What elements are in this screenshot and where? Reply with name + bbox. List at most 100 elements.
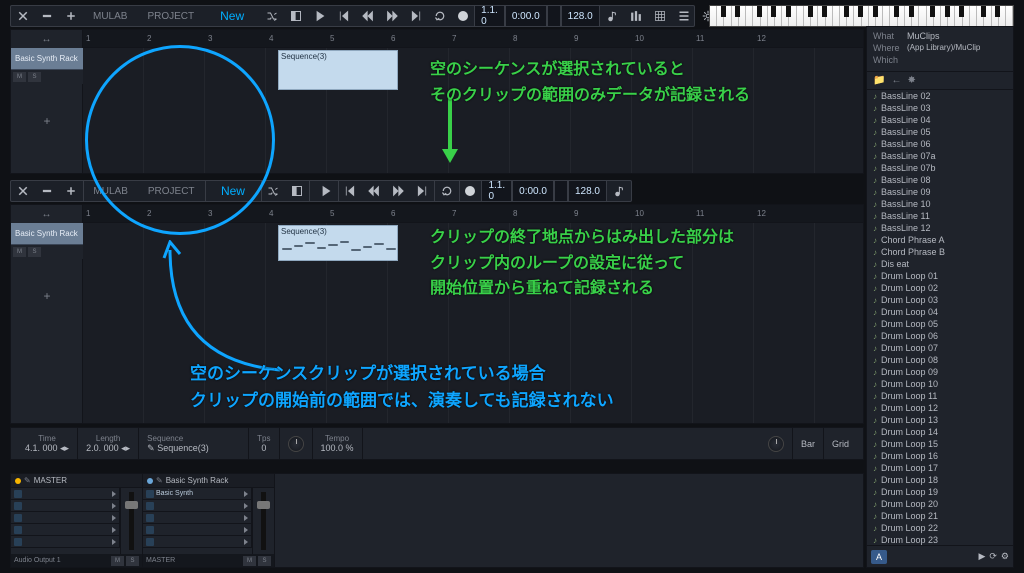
insert-slot[interactable] [143, 500, 252, 512]
track-header[interactable]: Basic Synth Rack [11, 48, 83, 70]
mute-button[interactable]: M [243, 556, 256, 566]
browser-item[interactable]: ♪BassLine 12 [867, 222, 1013, 234]
browser-item[interactable]: ♪Drum Loop 16 [867, 450, 1013, 462]
browser-item[interactable]: ♪Drum Loop 20 [867, 498, 1013, 510]
time-display[interactable]: 0:00.0 [512, 181, 554, 201]
insert-slot[interactable] [11, 488, 120, 500]
tempo-display[interactable]: 128.0 [568, 181, 607, 201]
filter-what[interactable]: MuClips [907, 31, 940, 41]
browser-item[interactable]: ♪Drum Loop 07 [867, 342, 1013, 354]
browser-item[interactable]: ♪Drum Loop 18 [867, 474, 1013, 486]
gear-icon[interactable]: ✸ [907, 75, 915, 86]
prop-tempo[interactable]: Tempo 100.0 % [313, 428, 363, 459]
browser-item[interactable]: ♪Dis eat [867, 258, 1013, 270]
project-name[interactable]: New [204, 6, 260, 26]
go-start-icon[interactable] [332, 6, 356, 26]
mixer-channel-synth[interactable]: ✎Basic Synth Rack Basic Synth MASTERMS [143, 474, 275, 567]
mute-button[interactable]: M [13, 72, 26, 82]
track-header[interactable]: Basic Synth Rack [11, 223, 83, 245]
browser-item[interactable]: ♪BassLine 07b [867, 162, 1013, 174]
browser-item[interactable]: ♪Chord Phrase B [867, 246, 1013, 258]
list-view-icon[interactable] [672, 6, 696, 26]
close-icon[interactable] [11, 6, 35, 26]
browser-item[interactable]: ♪Drum Loop 14 [867, 426, 1013, 438]
tempo-display[interactable]: 128.0 [561, 6, 600, 26]
up-icon[interactable]: ← [891, 75, 901, 86]
prop-tps[interactable]: Tps 0 [249, 428, 279, 459]
solo-button[interactable]: S [28, 72, 41, 82]
loop-icon[interactable] [435, 181, 459, 201]
browser-item[interactable]: ♪Drum Loop 03 [867, 294, 1013, 306]
plus-icon[interactable] [59, 181, 83, 201]
project-name[interactable]: New [205, 181, 261, 201]
add-track-button[interactable]: + [11, 114, 83, 128]
go-end-icon[interactable] [410, 181, 434, 201]
time-display[interactable]: 0:00.0 [505, 6, 547, 26]
browser-item[interactable]: ♪Drum Loop 05 [867, 318, 1013, 330]
prop-knob[interactable] [280, 428, 313, 459]
metronome-button[interactable] [547, 6, 561, 26]
go-end-icon[interactable] [404, 6, 428, 26]
browser-item[interactable]: ♪BassLine 02 [867, 90, 1013, 102]
browser-item[interactable]: ♪Drum Loop 13 [867, 414, 1013, 426]
go-start-icon[interactable] [338, 181, 362, 201]
browser-item[interactable]: ♪Drum Loop 15 [867, 438, 1013, 450]
loop-preview-icon[interactable]: ⟳ [989, 551, 997, 562]
solo-button[interactable]: S [28, 247, 41, 257]
note-icon[interactable] [607, 181, 631, 201]
browser-item[interactable]: ♪Drum Loop 09 [867, 366, 1013, 378]
folder-icon[interactable]: 📁 [873, 75, 885, 86]
browser-item[interactable]: ♪Drum Loop 19 [867, 486, 1013, 498]
browser-item[interactable]: ♪Drum Loop 23 [867, 534, 1013, 545]
pane-icon[interactable] [285, 181, 309, 201]
settings-icon[interactable]: ⚙ [1001, 551, 1009, 562]
app-label[interactable]: MULAB [83, 6, 137, 26]
fader[interactable] [252, 488, 274, 554]
browser-item[interactable]: ♪Drum Loop 11 [867, 390, 1013, 402]
channel-output[interactable]: MASTER [146, 557, 175, 564]
record-button[interactable] [459, 181, 481, 201]
insert-slot[interactable] [11, 500, 120, 512]
browser-item[interactable]: ♪Drum Loop 08 [867, 354, 1013, 366]
insert-slot[interactable] [11, 536, 120, 548]
browser-item[interactable]: ♪Drum Loop 22 [867, 522, 1013, 534]
minimize-icon[interactable] [35, 181, 59, 201]
minimize-icon[interactable] [35, 6, 59, 26]
app-label[interactable]: MULAB [83, 181, 137, 201]
browser-item[interactable]: ♪BassLine 03 [867, 102, 1013, 114]
browser-item[interactable]: ♪BassLine 11 [867, 210, 1013, 222]
project-label[interactable]: PROJECT [138, 181, 205, 201]
browser-item[interactable]: ♪Drum Loop 21 [867, 510, 1013, 522]
fader[interactable] [120, 488, 142, 554]
rewind-icon[interactable] [362, 181, 386, 201]
metronome-button[interactable] [554, 181, 568, 201]
mixer-view-icon[interactable] [624, 6, 648, 26]
browser-item[interactable]: ♪BassLine 04 [867, 114, 1013, 126]
forward-icon[interactable] [380, 6, 404, 26]
piano-keyboard[interactable] [709, 5, 1014, 27]
play-button[interactable] [314, 181, 338, 201]
solo-button[interactable]: S [126, 556, 139, 566]
record-button[interactable] [452, 6, 474, 26]
arrange-area[interactable]: Sequence(3) [83, 223, 863, 423]
browser-list[interactable]: ♪BassLine 02♪BassLine 03♪BassLine 04 ♪Bas… [867, 90, 1013, 545]
play-button[interactable] [308, 6, 332, 26]
sequence-clip[interactable]: Sequence(3) [278, 50, 398, 90]
timeline-ruler[interactable]: 123456789101112 [83, 30, 863, 48]
sequence-clip[interactable]: Sequence(3) [278, 225, 398, 261]
add-track-button[interactable]: + [11, 289, 83, 303]
browser-item[interactable]: ♪Drum Loop 02 [867, 282, 1013, 294]
prop-grid[interactable]: Grid [824, 428, 857, 459]
prop-sequence[interactable]: Sequence ✎ Sequence(3) [139, 428, 249, 459]
project-label[interactable]: PROJECT [137, 6, 204, 26]
prop-length[interactable]: Length 2.0. 000 ◂▸ [78, 428, 139, 459]
insert-slot[interactable]: Basic Synth [143, 488, 252, 500]
insert-slot[interactable] [11, 524, 120, 536]
browser-item[interactable]: ♪Drum Loop 04 [867, 306, 1013, 318]
position-display[interactable]: 1.1. 0 [474, 6, 505, 26]
browser-item[interactable]: ♪BassLine 08 [867, 174, 1013, 186]
rewind-icon[interactable] [356, 6, 380, 26]
plus-icon[interactable] [59, 6, 83, 26]
mixer-channel-master[interactable]: ✎MASTER Audio Output 1MS [11, 474, 143, 567]
mute-button[interactable]: M [13, 247, 26, 257]
